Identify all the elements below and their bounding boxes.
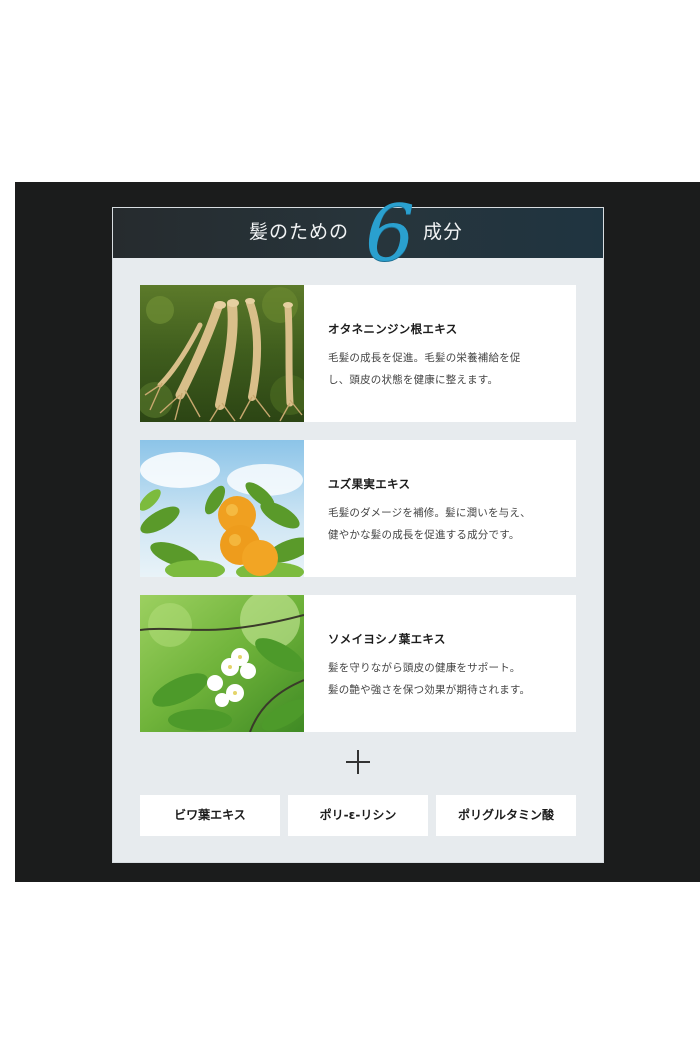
title-bar: 髪のための 6 成分 (113, 194, 603, 274)
description-line: 健やかな髪の成長を促進する成分です。 (328, 529, 520, 541)
cherry-blossom-photo (140, 595, 304, 732)
description-line: し、頭皮の状態を健康に整えます。 (328, 374, 499, 386)
title-number: 6 (365, 189, 415, 279)
ingredient-item: オタネニンジン根エキス 毛髪の成長を促進。毛髪の栄養補給を促 し、頭皮の状態を健… (140, 285, 576, 422)
ingredient-description: 毛髪のダメージを補修。髪に潤いを与え、 健やかな髪の成長を促進する成分です。 (328, 502, 560, 546)
description-line: 髪の艶や強さを保つ効果が期待されます。 (328, 684, 531, 696)
extra-ingredient: ビワ葉エキス (140, 795, 280, 836)
description-line: 髪を守りながら頭皮の健康をサポート。 (328, 662, 521, 674)
yuzu-photo (140, 440, 304, 577)
plus-icon (344, 748, 372, 776)
ingredient-item: ソメイヨシノ葉エキス 髪を守りながら頭皮の健康をサポート。 髪の艶や強さを保つ効… (140, 595, 576, 732)
description-line: 毛髪のダメージを補修。髪に潤いを与え、 (328, 507, 531, 519)
ingredient-name: オタネニンジン根エキス (328, 322, 458, 336)
ingredients-card: 髪のための 6 成分 オタネニンジン根エキス 毛髪の成長を促進。毛髪の栄養補給を… (113, 194, 603, 862)
extra-ingredient: ポリグルタミン酸 (436, 795, 576, 836)
ingredient-description: 髪を守りながら頭皮の健康をサポート。 髪の艶や強さを保つ効果が期待されます。 (328, 657, 560, 701)
description-line: 毛髪の成長を促進。毛髪の栄養補給を促 (328, 352, 521, 364)
extra-ingredient: ポリ-ε-リシン (288, 795, 428, 836)
ingredient-name: ユズ果実エキス (328, 477, 411, 491)
ingredient-name: ソメイヨシノ葉エキス (328, 632, 446, 646)
ginseng-photo (140, 285, 304, 422)
ingredient-item: ユズ果実エキス 毛髪のダメージを補修。髪に潤いを与え、 健やかな髪の成長を促進す… (140, 440, 576, 577)
ingredient-description: 毛髪の成長を促進。毛髪の栄養補給を促 し、頭皮の状態を健康に整えます。 (328, 347, 560, 391)
title-text-left: 髪のための (249, 221, 350, 243)
title-text-right: 成分 (423, 221, 464, 243)
